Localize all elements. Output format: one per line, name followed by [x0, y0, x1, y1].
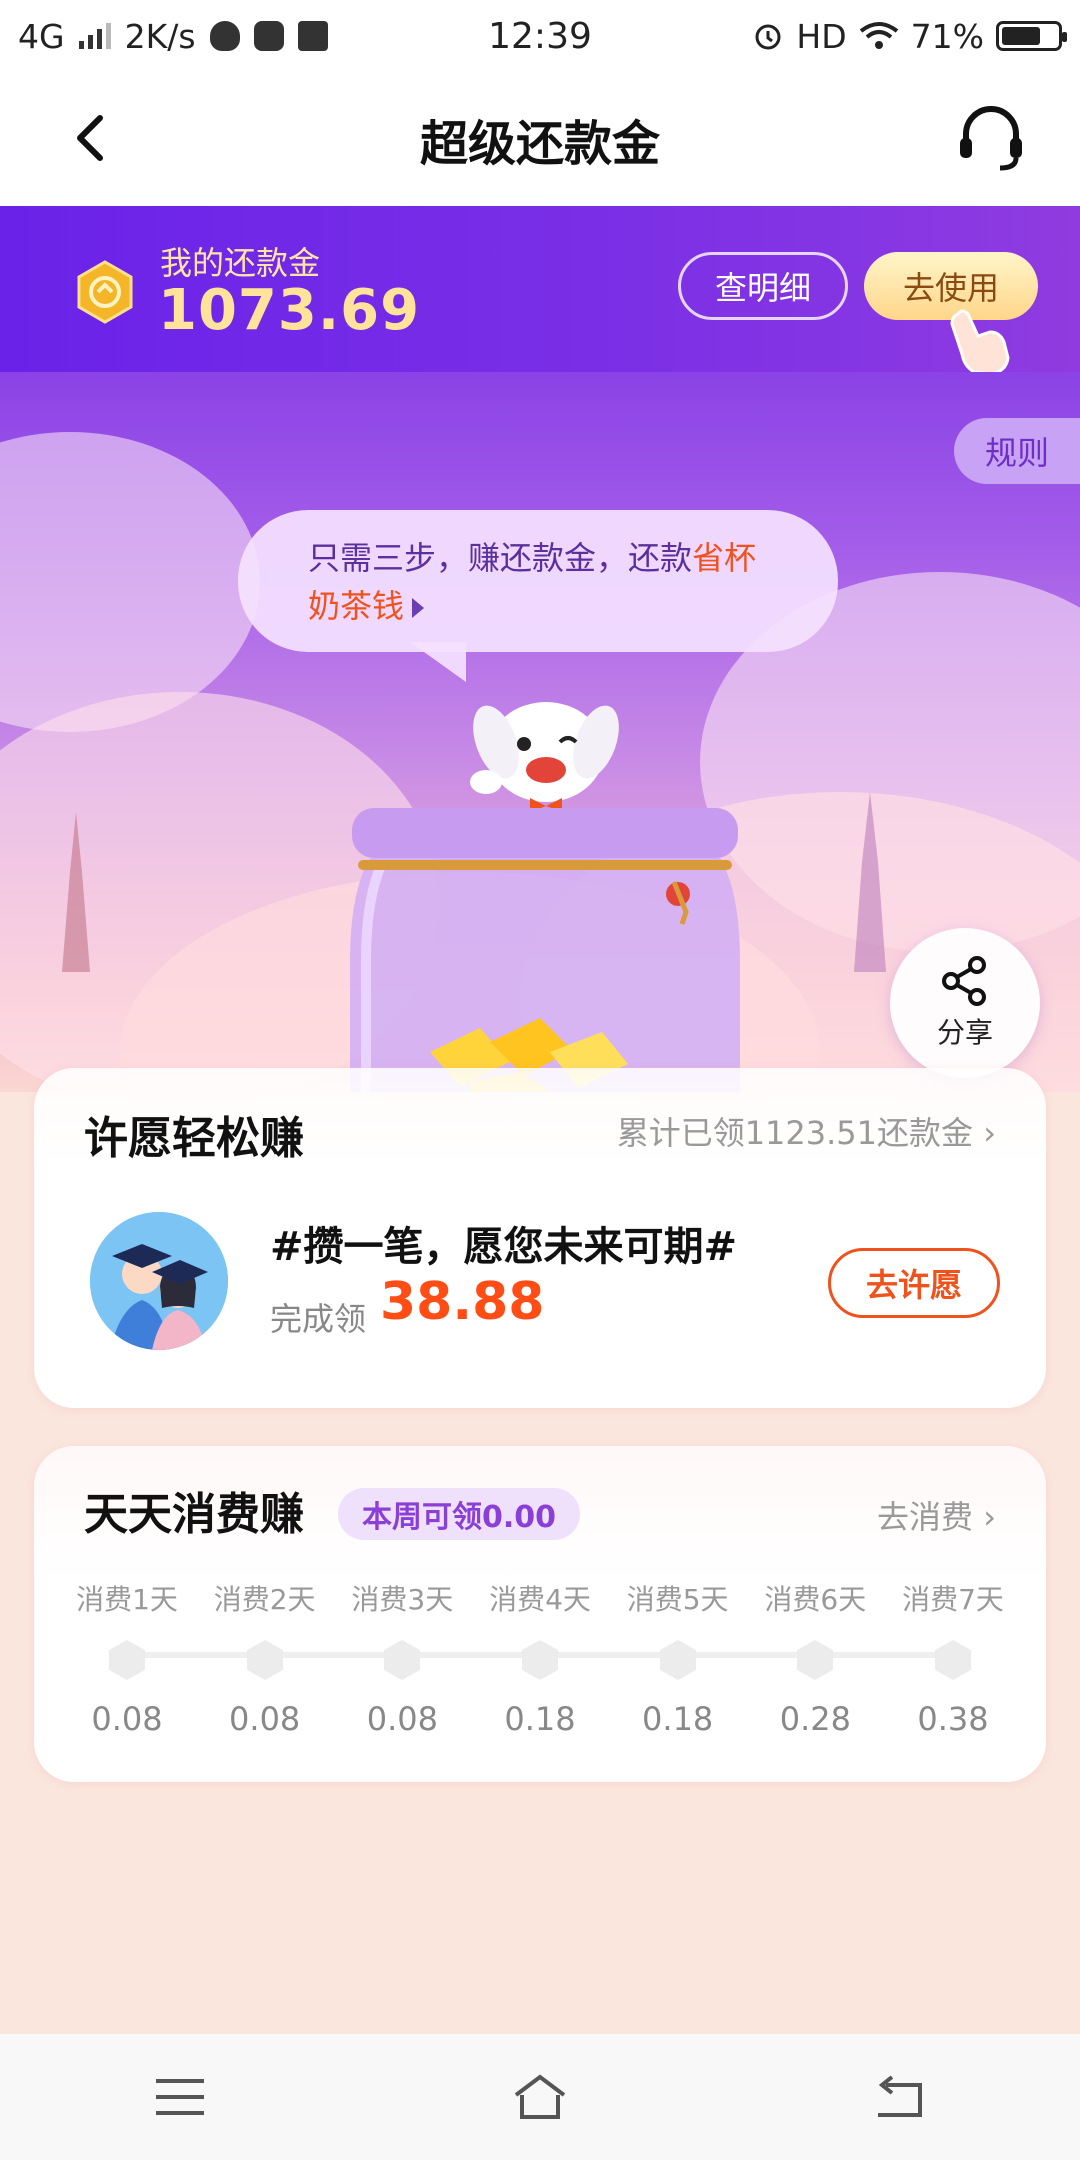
- balance-header: 我的还款金 1073.69 查明细 去使用: [0, 206, 1080, 376]
- pointing-hand-icon: [950, 309, 1010, 376]
- reward-amount: 38.88: [380, 1272, 545, 1332]
- battery-percent: 71%: [910, 16, 984, 56]
- chevron-right-icon: ›: [983, 1498, 996, 1536]
- share-label: 分享: [936, 1016, 993, 1049]
- day-value: 0.08: [366, 1700, 438, 1738]
- status-right: HD 71%: [752, 16, 1067, 56]
- day-label: 消费4天: [489, 1583, 591, 1616]
- hexagon-marker-icon: [384, 1640, 421, 1680]
- day-label: 消费7天: [902, 1583, 1004, 1616]
- coin-icon: [77, 260, 133, 324]
- go-spend-text: 去消费: [877, 1498, 974, 1536]
- day-value: 0.18: [642, 1700, 714, 1738]
- day-label: 消费6天: [764, 1583, 867, 1616]
- system-navigation-bar: [0, 2034, 1080, 2160]
- cumulative-link[interactable]: 累计已领1123.51还款金 ›: [617, 1108, 996, 1154]
- wish-card: 许愿轻松赚 累计已领1123.51还款金 › #攒一笔，愿您未来可期# 完成领 …: [34, 1068, 1046, 1408]
- day-item: 消费4天 0.18: [471, 1580, 609, 1738]
- network-speed: 2K/s: [124, 16, 196, 56]
- rules-tab[interactable]: 规则: [954, 418, 1080, 484]
- status-bar: 4G 2K/s 12:39 HD 71%: [0, 0, 1080, 72]
- hero-banner: 规则 只需三步，赚还款金，还款省杯奶茶钱 分享: [0, 372, 1080, 1092]
- graduates-avatar: [90, 1212, 228, 1350]
- day-label: 消费1天: [76, 1583, 178, 1616]
- battery-icon: [996, 21, 1067, 51]
- back-arrow-icon[interactable]: [64, 108, 124, 168]
- customer-service-icon[interactable]: [954, 102, 1028, 176]
- day-value: 0.38: [917, 1700, 989, 1738]
- reward-label: 完成领: [270, 1300, 367, 1338]
- daily-progress: 消费1天 0.08 消费2天 0.08 消费3天 0.08 消费4天 0.18 消费5天 0.18…: [58, 1580, 1022, 1750]
- daily-spend-card: 天天消费赚 本周可领0.00 去消费 › 消费1天 0.08 消费2天 0.08 消费3…: [34, 1446, 1046, 1782]
- hexagon-marker-icon: [659, 1640, 696, 1680]
- view-details-button[interactable]: 查明细: [678, 252, 848, 320]
- bubble-text: 只需三步，赚还款金，还款: [308, 539, 693, 577]
- hexagon-marker-icon: [246, 1640, 283, 1680]
- hexagon-marker-icon: [522, 1640, 558, 1680]
- cloud-decoration: [0, 432, 260, 732]
- hexagon-marker-icon: [797, 1640, 834, 1680]
- day-label: 消费3天: [351, 1583, 454, 1616]
- storage-icon: [297, 21, 328, 51]
- day-item: 消费5天 0.18: [609, 1580, 747, 1738]
- day-value: 0.08: [229, 1700, 301, 1738]
- day-item: 消费2天 0.08: [196, 1580, 334, 1738]
- wish-card-title: 许愿轻松赚: [84, 1113, 304, 1164]
- day-item: 消费1天 0.08: [58, 1580, 196, 1738]
- menu-icon[interactable]: [150, 2071, 210, 2123]
- share-icon: [942, 956, 986, 1006]
- home-icon[interactable]: [510, 2071, 570, 2123]
- balance-amount: 1073.69: [158, 278, 421, 343]
- alarm-icon: [755, 24, 781, 50]
- cloud-icon: [209, 21, 240, 51]
- back-icon[interactable]: [870, 2071, 930, 2123]
- day-value: 0.18: [504, 1700, 576, 1738]
- tower-decoration: [62, 812, 90, 972]
- share-button[interactable]: 分享: [890, 928, 1040, 1078]
- go-spend-link[interactable]: 去消费 ›: [877, 1492, 996, 1538]
- day-value: 0.28: [779, 1700, 851, 1738]
- daily-card-title: 天天消费赚: [84, 1489, 304, 1540]
- cumulative-text: 累计已领1123.51还款金: [616, 1114, 974, 1152]
- day-label: 消费5天: [626, 1583, 729, 1616]
- day-value: 0.08: [91, 1700, 163, 1738]
- tower-decoration: [854, 792, 886, 972]
- day-item: 消费6天 0.28: [746, 1580, 884, 1738]
- play-arrow-icon: [412, 598, 425, 618]
- day-label: 消费2天: [213, 1583, 316, 1616]
- day-item: 消费7天 0.38: [884, 1580, 1022, 1738]
- week-badge: 本周可领0.00: [338, 1488, 581, 1540]
- hexagon-marker-icon: [109, 1640, 145, 1680]
- wish-text: #攒一笔，愿您未来可期#: [270, 1224, 738, 1270]
- hd-indicator: HD: [796, 16, 847, 56]
- hexagon-marker-icon: [935, 1640, 971, 1680]
- day-item: 消费3天 0.08: [333, 1580, 471, 1738]
- make-wish-button[interactable]: 去许愿: [828, 1248, 1000, 1318]
- wifi-icon: [859, 22, 898, 49]
- status-left: 4G 2K/s: [18, 17, 328, 56]
- page-title: 超级还款金: [419, 116, 660, 172]
- video-icon: [253, 21, 284, 51]
- chevron-right-icon: ›: [983, 1114, 996, 1152]
- graduates-illustration: [90, 1212, 228, 1350]
- signal-icon: [78, 23, 111, 49]
- top-navbar: 超级还款金: [0, 72, 1080, 206]
- network-type: 4G: [18, 16, 65, 56]
- money-jar-illustration: [350, 702, 740, 1092]
- speech-bubble[interactable]: 只需三步，赚还款金，还款省杯奶茶钱: [238, 510, 838, 652]
